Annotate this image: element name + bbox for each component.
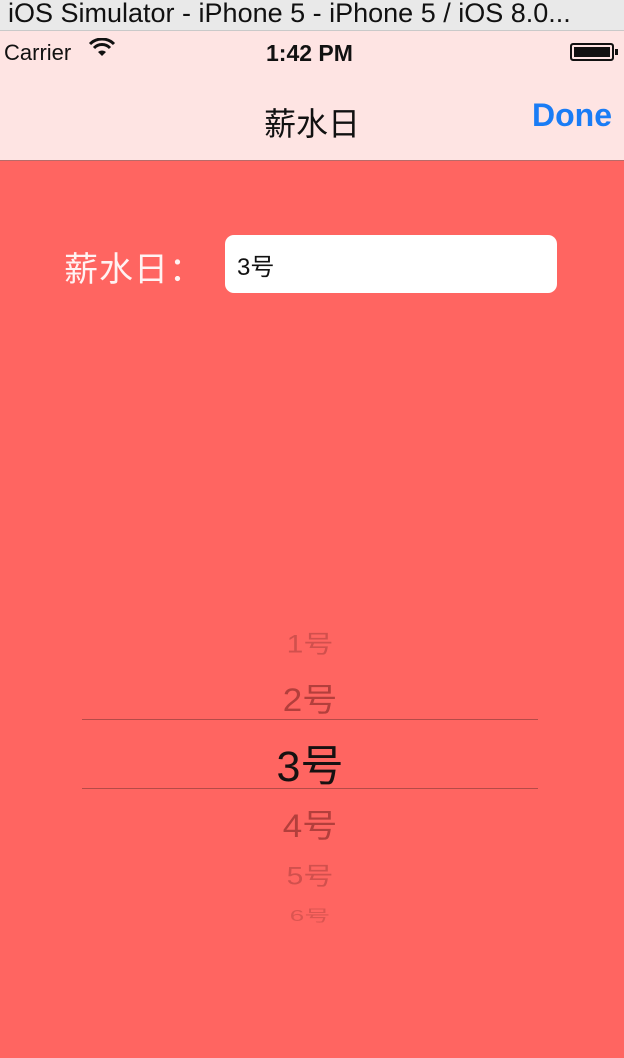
status-bar: Carrier 1:42 PM (0, 31, 624, 71)
payday-label: 薪水日： (64, 251, 204, 289)
simulator-window-title-bar: iOS Simulator - iPhone 5 - iPhone 5 / iO… (0, 0, 624, 31)
picker-option[interactable]: 6号 (82, 903, 538, 925)
status-time: 1:42 PM (266, 40, 353, 66)
battery-icon (570, 43, 618, 61)
picker-option-selected[interactable]: 3号 (82, 732, 538, 794)
picker-option[interactable]: 4号 (82, 800, 538, 847)
done-button[interactable]: Done (532, 97, 612, 134)
picker-option[interactable]: 5号 (82, 856, 538, 892)
wifi-icon (88, 38, 116, 56)
carrier-label: Carrier (4, 40, 72, 65)
navigation-bar: Carrier 1:42 PM 薪水日 Done (0, 31, 624, 161)
payday-input[interactable] (225, 235, 557, 293)
page-title: 薪水日 (263, 106, 360, 142)
picker-option[interactable]: 2号 (82, 674, 538, 721)
day-picker[interactable]: 1号 2号 3号 4号 5号 6号 (82, 600, 538, 940)
picker-option[interactable]: 1号 (82, 624, 538, 660)
window-title: iOS Simulator - iPhone 5 - iPhone 5 / iO… (8, 0, 571, 28)
